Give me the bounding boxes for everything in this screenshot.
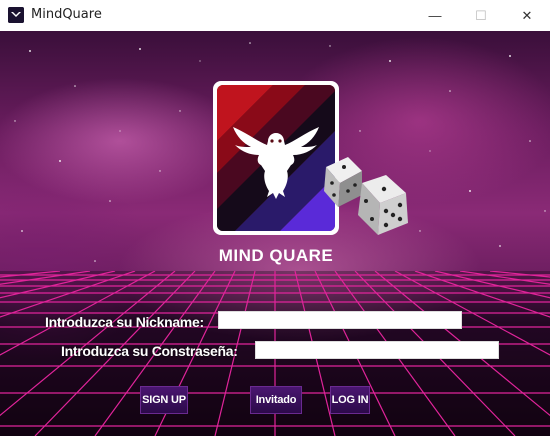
nickname-input[interactable] — [218, 311, 462, 329]
dice-icon — [324, 157, 408, 235]
nickname-label: Introduzca su Nickname: — [45, 314, 204, 330]
app-logo-title: MIND QUARE — [218, 246, 334, 265]
minimize-button[interactable]: — — [412, 0, 458, 31]
close-button[interactable]: ✕ — [504, 0, 550, 31]
signup-button[interactable]: SIGN UP — [140, 386, 188, 414]
maximize-button[interactable]: ☐ — [458, 0, 504, 31]
title-bar: MindQuare — ☐ ✕ — [0, 0, 550, 31]
owl-logo — [213, 81, 339, 235]
window-title: MindQuare — [31, 7, 102, 22]
background-scene: MIND QUARE Introduzca su Nickname: Intro… — [0, 31, 550, 436]
app-icon — [8, 7, 24, 23]
password-label: Introduzca su Constraseña: — [61, 343, 238, 359]
password-input[interactable] — [255, 341, 499, 359]
login-button[interactable]: LOG IN — [330, 386, 370, 414]
guest-button[interactable]: Invitado — [250, 386, 302, 414]
